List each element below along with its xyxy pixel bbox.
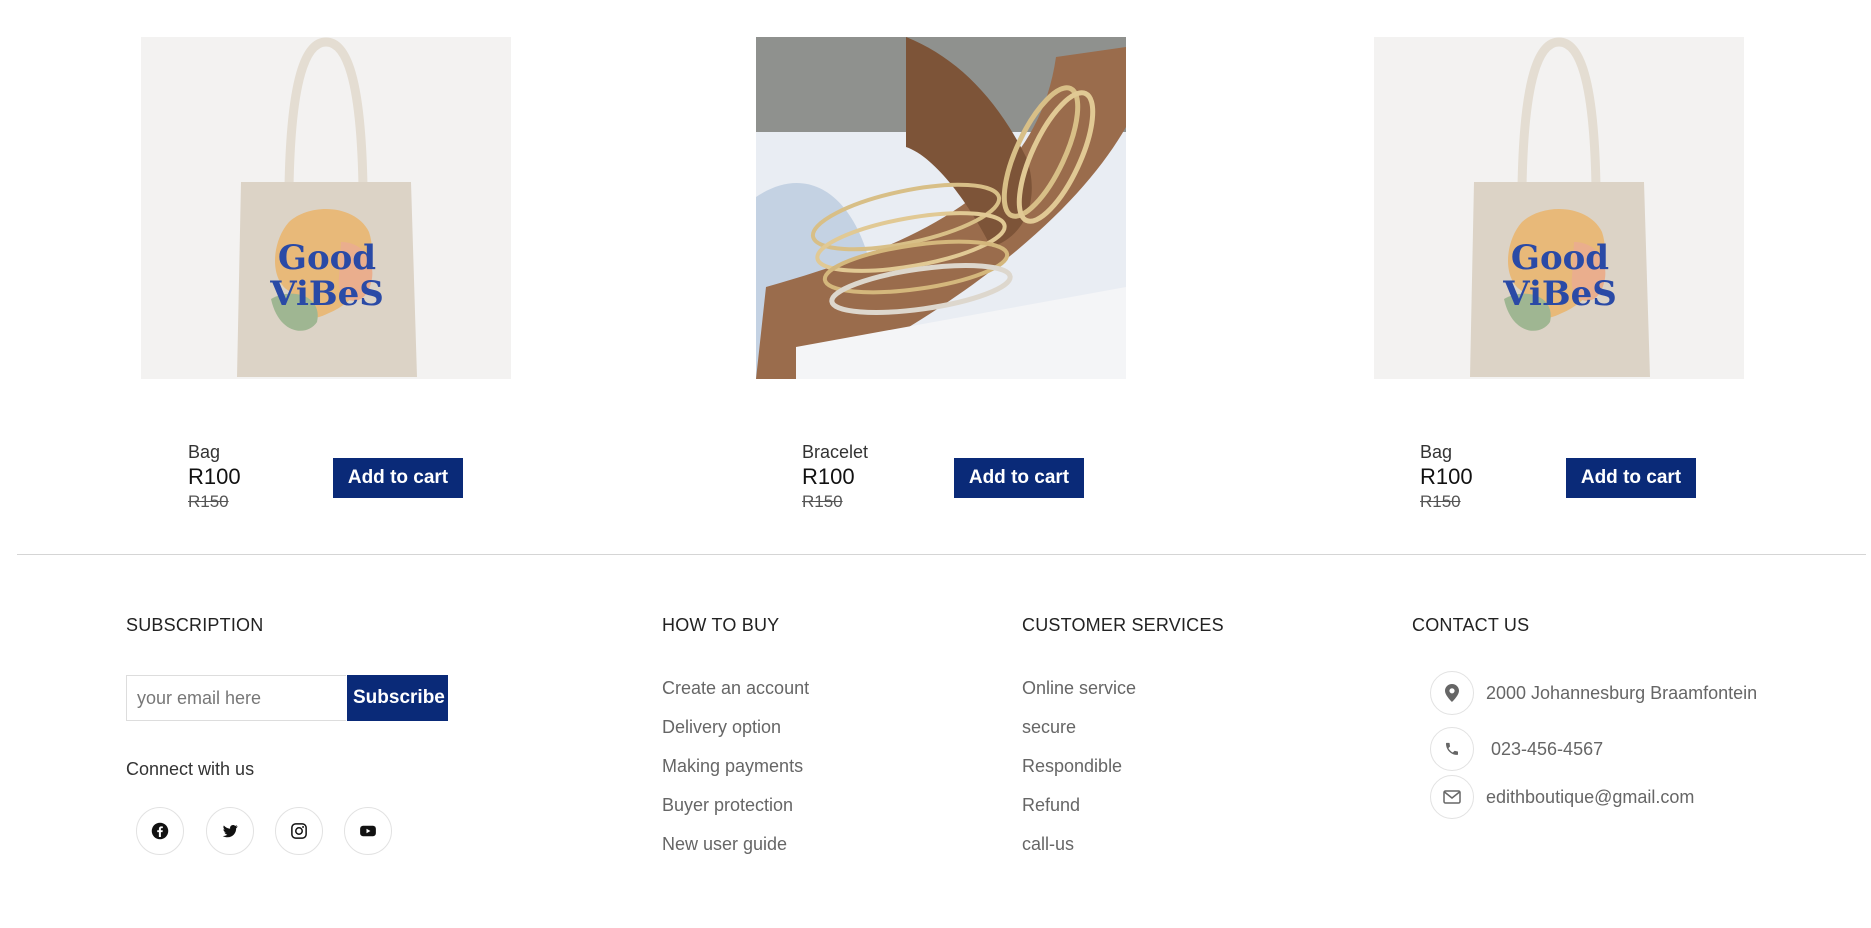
- twitter-link[interactable]: [206, 807, 254, 855]
- link-call-us[interactable]: call-us: [1022, 828, 1136, 867]
- contact-email-text: edithboutique@gmail.com: [1486, 786, 1695, 807]
- connect-label: Connect with us: [126, 759, 255, 779]
- customer-services-title: CUSTOMER SERVICES: [1022, 615, 1224, 635]
- product-image[interactable]: Good ViBeS: [1374, 37, 1744, 379]
- link-delivery-option[interactable]: Delivery option: [662, 711, 809, 750]
- facebook-icon: [151, 822, 169, 840]
- product-old-price: R150: [802, 492, 843, 511]
- contact-address: 2000 Johannesburg Braamfontein: [1430, 671, 1757, 715]
- product-image[interactable]: Good ViBeS: [141, 37, 511, 379]
- product-card: Good ViBeS Bag R100 R150 Add to cart: [141, 37, 511, 511]
- link-making-payments[interactable]: Making payments: [662, 750, 809, 789]
- product-name: Bag: [188, 442, 221, 462]
- link-respondible[interactable]: Respondible: [1022, 750, 1136, 789]
- instagram-link[interactable]: [275, 807, 323, 855]
- product-grid: Good ViBeS Bag R100 R150 Add to cart Bra…: [0, 0, 1871, 555]
- envelope-icon: [1430, 775, 1474, 819]
- link-secure[interactable]: secure: [1022, 711, 1136, 750]
- link-refund[interactable]: Refund: [1022, 789, 1136, 828]
- contact-address-text: 2000 Johannesburg Braamfontein: [1486, 682, 1758, 703]
- twitter-icon: [222, 824, 238, 838]
- phone-icon: [1430, 727, 1474, 771]
- bag-print-line2: ViBeS: [1502, 274, 1617, 314]
- add-to-cart-button[interactable]: Add to cart: [1566, 458, 1696, 498]
- tote-bag-image: Good ViBeS: [141, 37, 511, 379]
- product-price: R100: [1420, 464, 1473, 489]
- facebook-link[interactable]: [136, 807, 184, 855]
- contact-title: CONTACT US: [1412, 615, 1530, 635]
- product-price: R100: [802, 464, 855, 489]
- product-price: R100: [188, 464, 241, 489]
- product-info: Bag R100 R150: [188, 441, 241, 513]
- link-buyer-protection[interactable]: Buyer protection: [662, 789, 809, 828]
- product-old-price: R150: [1420, 492, 1461, 511]
- youtube-link[interactable]: [344, 807, 392, 855]
- link-new-user-guide[interactable]: New user guide: [662, 828, 809, 867]
- subscribe-button[interactable]: Subscribe: [347, 675, 448, 721]
- product-info: Bracelet R100 R150: [802, 441, 868, 513]
- section-divider: [17, 554, 1866, 555]
- product-info: Bag R100 R150: [1420, 441, 1473, 513]
- contact-phone-text: 023-456-4567: [1491, 738, 1604, 759]
- product-name: Bag: [1420, 442, 1453, 462]
- contact-phone: 023-456-4567: [1430, 727, 1603, 771]
- subscription-title: SUBSCRIPTION: [126, 615, 264, 635]
- bag-print-line2: ViBeS: [269, 274, 384, 314]
- tote-bag-image: Good ViBeS: [1374, 37, 1744, 379]
- instagram-icon: [291, 823, 307, 839]
- product-image[interactable]: [756, 37, 1126, 379]
- bag-print-line1: Good: [1511, 238, 1609, 278]
- link-online-service[interactable]: Online service: [1022, 672, 1136, 711]
- email-input[interactable]: [126, 675, 346, 721]
- product-name: Bracelet: [802, 442, 869, 462]
- bracelet-image: [756, 37, 1126, 379]
- youtube-icon: [360, 825, 376, 837]
- product-card: Good ViBeS Bag R100 R150 Add to cart: [1374, 37, 1744, 511]
- add-to-cart-button[interactable]: Add to cart: [954, 458, 1084, 498]
- product-card: Bracelet R100 R150 Add to cart: [756, 37, 1126, 511]
- link-create-account[interactable]: Create an account: [662, 672, 809, 711]
- contact-email: edithboutique@gmail.com: [1430, 775, 1694, 819]
- customer-services-links: Online service secure Respondible Refund…: [1022, 672, 1136, 867]
- add-to-cart-button[interactable]: Add to cart: [333, 458, 463, 498]
- product-old-price: R150: [188, 492, 229, 511]
- how-to-buy-title: HOW TO BUY: [662, 615, 780, 635]
- bag-print-line1: Good: [278, 238, 376, 278]
- how-to-buy-links: Create an account Delivery option Making…: [662, 672, 809, 867]
- location-pin-icon: [1430, 671, 1474, 715]
